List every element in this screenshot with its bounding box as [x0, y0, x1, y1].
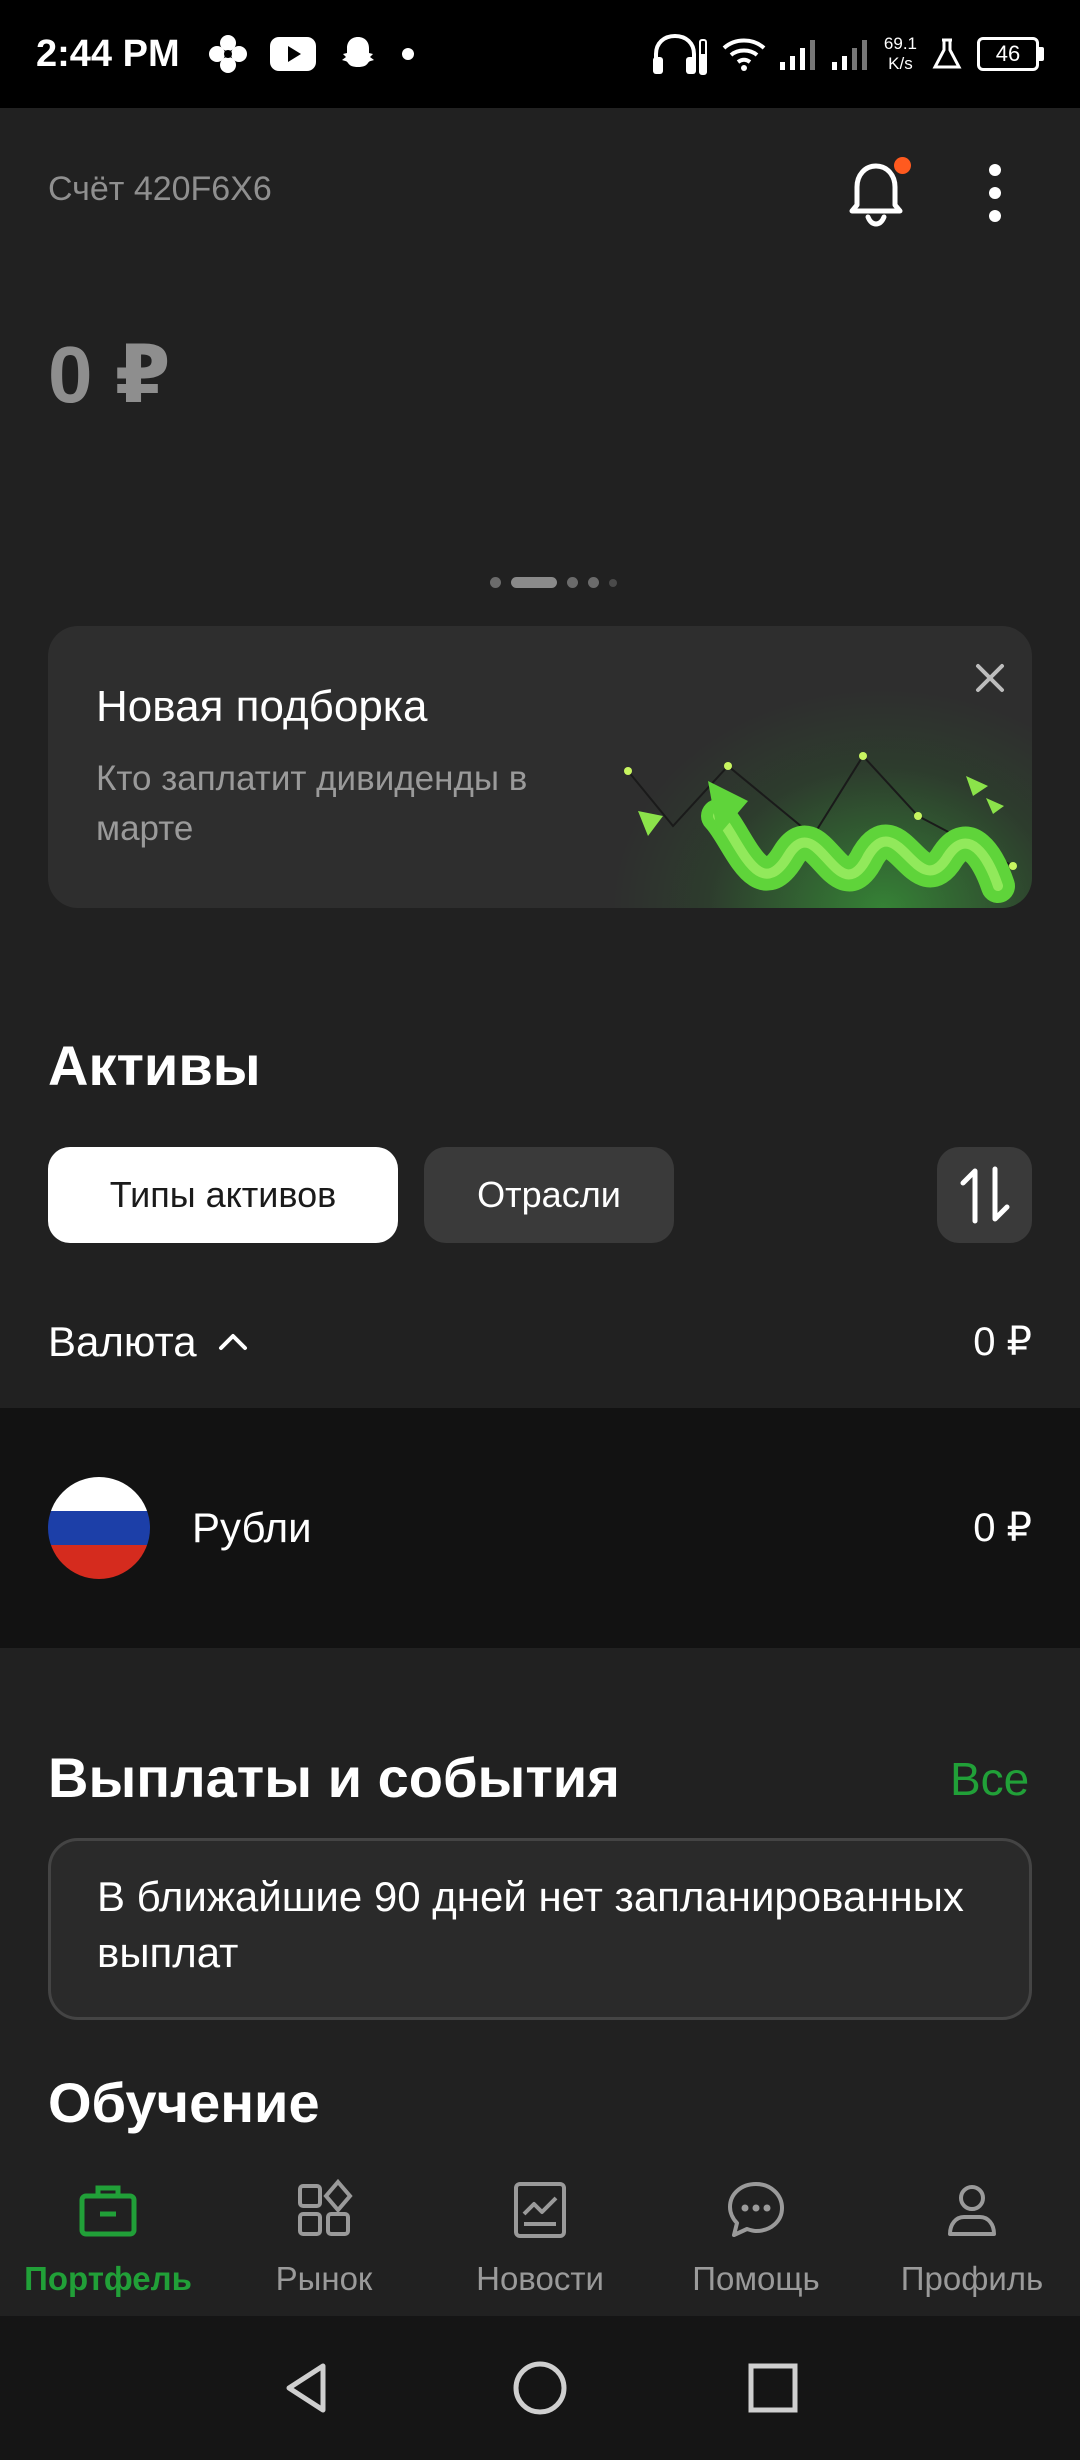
signal-icon [831, 40, 867, 70]
back-icon[interactable] [277, 2358, 337, 2418]
portfolio-balance: 0 ₽ [48, 330, 171, 419]
notification-icons [208, 34, 416, 74]
account-title[interactable]: Счёт 420F6X6 [48, 170, 272, 209]
profile-icon [948, 2185, 996, 2236]
events-title: Выплаты и события [48, 1746, 620, 1809]
bottom-navigation: Портфель Рынок Новости Помощь Профиль [0, 2156, 1080, 2316]
net-speed: 69.1 K/s [883, 34, 917, 73]
headphones-icon [652, 33, 707, 75]
close-icon[interactable] [968, 656, 1012, 700]
recents-icon[interactable] [743, 2358, 803, 2418]
growth-chart-illustration [624, 752, 1017, 903]
events-all-link[interactable]: Все [950, 1752, 1029, 1806]
promo-title: Новая подборка [96, 682, 428, 731]
group-label: Валюта [48, 1318, 197, 1365]
system-navigation-bar [0, 2316, 1080, 2460]
assets-title: Активы [48, 1034, 261, 1097]
chat-icon [728, 2182, 784, 2237]
promo-card[interactable]: Новая подборка Кто заплатит дивиденды в … [48, 626, 1032, 908]
status-time: 2:44 PM [36, 32, 180, 75]
youtube-icon [269, 37, 316, 71]
nav-help[interactable]: Помощь [648, 2156, 864, 2316]
nav-market[interactable]: Рынок [216, 2156, 432, 2316]
news-chart-icon [514, 2182, 566, 2238]
market-grid-icon [298, 2178, 353, 2236]
wifi-icon [722, 38, 766, 71]
nav-portfolio[interactable]: Портфель [0, 2156, 216, 2316]
battery-icon: 46 [977, 37, 1044, 71]
group-value: 0 ₽ [973, 1320, 1032, 1364]
snapchat-icon [341, 37, 374, 67]
promo-subtitle: Кто заплатит дивиденды в марте [96, 759, 528, 848]
carousel-dot [490, 577, 501, 588]
tab-asset-types[interactable]: Типы активов [48, 1147, 398, 1243]
asset-row-rubles[interactable]: Рубли 0 ₽ [0, 1408, 1080, 1648]
carousel-dot [567, 577, 578, 588]
nav-label: Портфель [24, 2260, 192, 2297]
sort-button[interactable] [937, 1147, 1032, 1243]
dot-icon [401, 48, 414, 60]
notifications-button[interactable] [843, 153, 911, 227]
russia-flag-icon [48, 1477, 150, 1579]
flask-icon [932, 38, 962, 69]
chevron-up-icon [218, 1334, 247, 1350]
tab-industries[interactable]: Отрасли [424, 1147, 674, 1243]
pinwheel-icon [208, 35, 247, 73]
asset-value: 0 ₽ [973, 1506, 1032, 1550]
carousel-dot [609, 578, 617, 587]
more-vertical-icon [989, 164, 1001, 222]
learning-title: Обучение [48, 2071, 320, 2134]
system-status-icons: 69.1 K/s 46 [650, 32, 1044, 76]
carousel-dot [588, 577, 599, 588]
battery-level: 46 [977, 37, 1039, 71]
home-icon[interactable] [510, 2358, 570, 2418]
briefcase-icon [79, 2185, 137, 2237]
status-bar: 2:44 PM 69.1 K/s 46 [0, 0, 1080, 108]
carousel-dot-active [511, 577, 557, 588]
nav-news[interactable]: Новости [432, 2156, 648, 2316]
carousel-indicator [490, 577, 617, 588]
sort-arrows-icon [960, 1166, 1009, 1224]
more-menu-button[interactable] [975, 158, 1015, 228]
nav-label: Профиль [900, 2260, 1044, 2297]
nav-label: Рынок [275, 2260, 373, 2297]
nav-label: Помощь [692, 2260, 820, 2297]
signal-icon [779, 40, 815, 70]
notification-badge [894, 157, 911, 174]
currency-group-header[interactable]: Валюта 0 ₽ [48, 1312, 1032, 1372]
asset-name: Рубли [192, 1504, 312, 1551]
nav-profile[interactable]: Профиль [864, 2156, 1080, 2316]
nav-label: Новости [476, 2260, 604, 2297]
events-empty-card: В ближайшие 90 дней нет запланированных … [48, 1838, 1032, 2020]
